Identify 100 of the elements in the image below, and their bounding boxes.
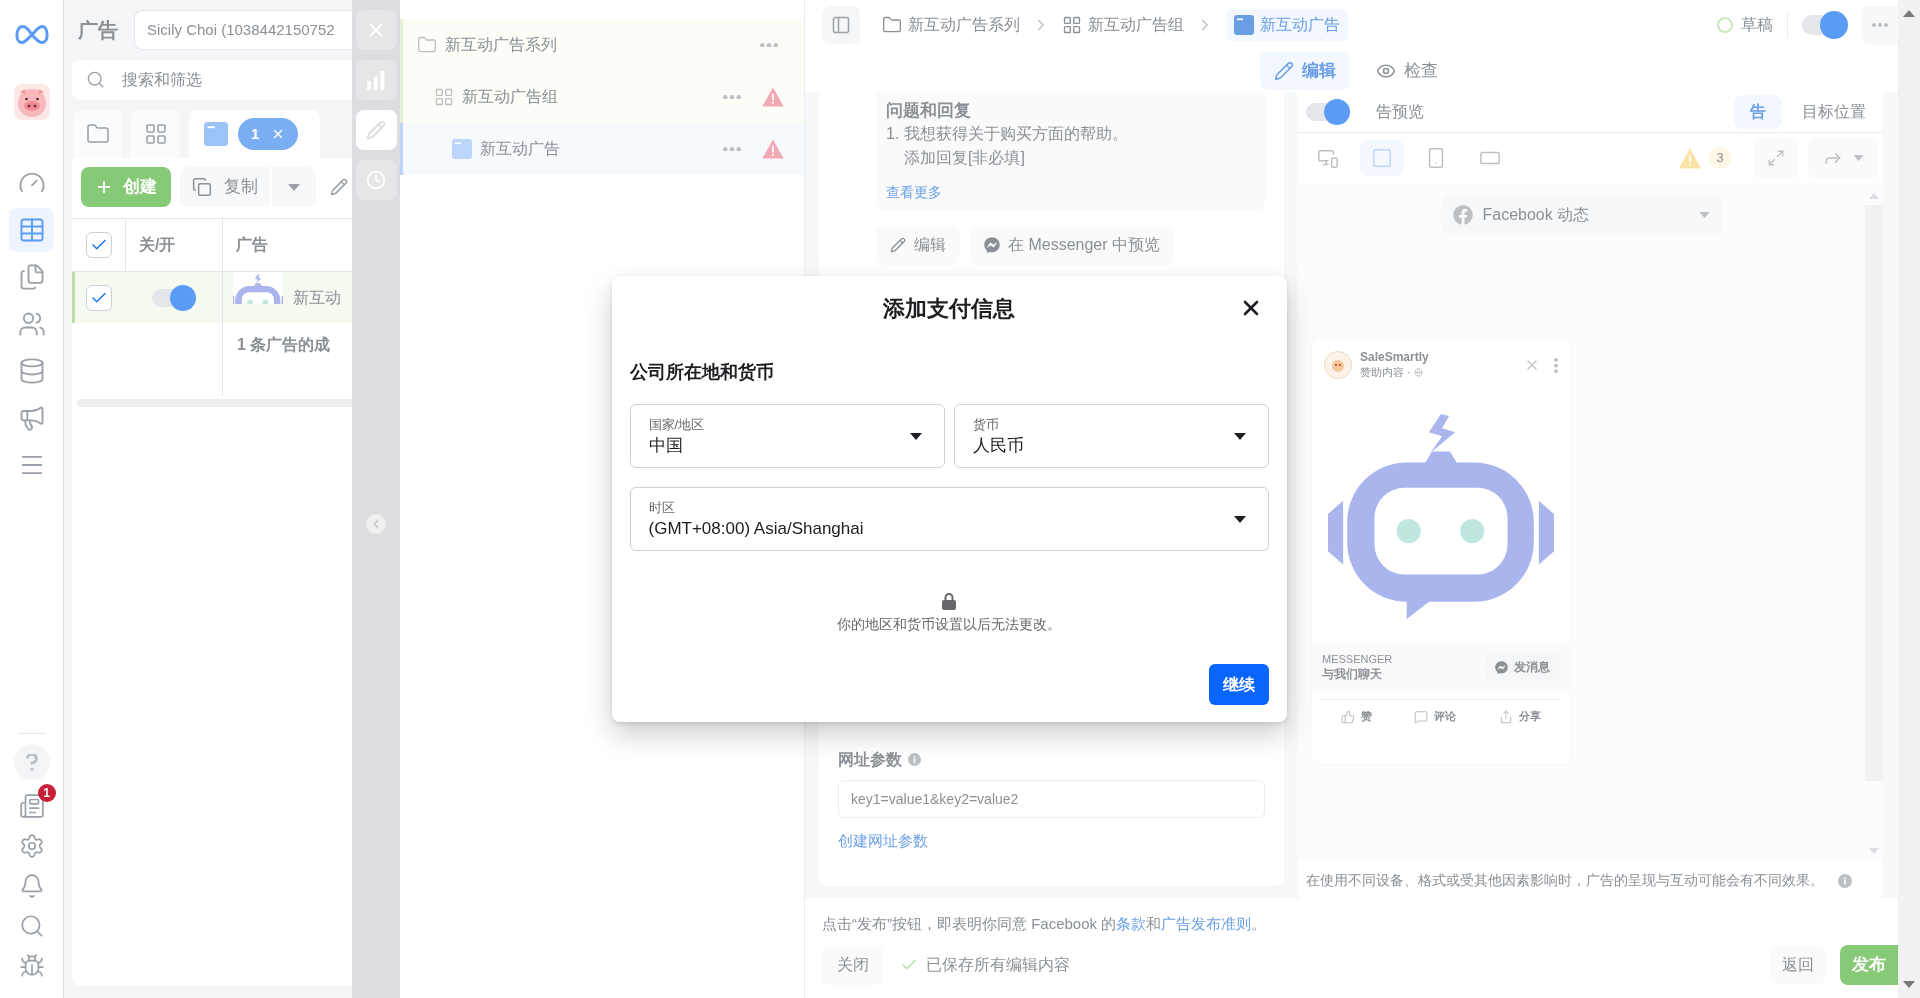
duplicate-button[interactable]: 复制 bbox=[180, 167, 270, 207]
page-avatar-icon bbox=[1324, 351, 1352, 379]
back-button[interactable]: 返回 bbox=[1770, 946, 1826, 984]
preview-tab[interactable]: 告 bbox=[1734, 95, 1782, 129]
level-tab[interactable]: 1 bbox=[189, 110, 320, 158]
continue-button[interactable]: 继续 bbox=[1208, 664, 1269, 705]
section-heading: 公司所在地和货币 bbox=[629, 361, 774, 384]
caret-icon bbox=[1852, 155, 1864, 161]
question-title: 问题和回复 bbox=[886, 100, 971, 122]
messenger-preview-button[interactable]: 在 Messenger 中预览 bbox=[970, 225, 1175, 265]
breadcrumb-item[interactable]: 新互动广告 bbox=[1226, 9, 1348, 41]
see-more-link[interactable]: 查看更多 bbox=[886, 182, 942, 202]
chat-bubble-icon bbox=[984, 237, 1000, 253]
tree-item[interactable]: 新互动广告组 bbox=[400, 71, 804, 123]
publish-button[interactable]: 发布 bbox=[1840, 945, 1898, 985]
comment-icon bbox=[1414, 709, 1429, 724]
account-selector[interactable]: Sicily Choi (1038442150752 bbox=[134, 10, 352, 50]
terms-link[interactable]: 广告发布准则 bbox=[1161, 915, 1252, 932]
collapse-button[interactable] bbox=[366, 514, 386, 534]
grid-icon bbox=[434, 87, 454, 107]
filter-chip[interactable]: 1 bbox=[238, 118, 299, 150]
newspaper-icon bbox=[18, 793, 45, 819]
tab[interactable]: 编辑 bbox=[1259, 52, 1350, 90]
infinity-logo-icon[interactable] bbox=[14, 24, 49, 46]
scroll-down-icon[interactable] bbox=[1903, 981, 1915, 988]
reaction-button[interactable]: 赞 bbox=[1341, 708, 1373, 725]
toggle-switch[interactable] bbox=[1306, 99, 1350, 125]
scroll-up-icon[interactable] bbox=[1903, 10, 1915, 17]
pencil-icon bbox=[890, 237, 906, 253]
horizontal-scrollbar[interactable] bbox=[77, 399, 352, 407]
search-icon bbox=[18, 913, 45, 939]
reaction-button[interactable]: 分享 bbox=[1498, 708, 1541, 725]
edit-button[interactable]: 编辑 bbox=[876, 225, 960, 265]
level-tab[interactable] bbox=[131, 110, 180, 158]
warning-icon bbox=[1678, 147, 1702, 169]
folder-icon bbox=[882, 15, 902, 35]
dropdown-field[interactable]: 货币 人民币 bbox=[953, 404, 1269, 468]
tab[interactable]: 检查 bbox=[1369, 52, 1444, 90]
bug-icon bbox=[18, 953, 45, 979]
grid-icon bbox=[143, 122, 168, 146]
format-button[interactable] bbox=[1360, 140, 1404, 176]
pig-avatar-icon[interactable] bbox=[13, 84, 50, 120]
dropdown-field[interactable]: 时区 (GMT+08:00) Asia/Shanghai bbox=[629, 487, 1269, 551]
more-button[interactable] bbox=[1862, 5, 1898, 45]
column-header: 广告 bbox=[236, 235, 268, 255]
checkbox[interactable] bbox=[86, 284, 112, 311]
create-url-parameters-link[interactable]: 创建网址参数 bbox=[838, 829, 928, 852]
page-name: SaleSmartly bbox=[1360, 350, 1429, 365]
settings-icon bbox=[18, 833, 45, 859]
create-button[interactable]: 创建 bbox=[81, 167, 171, 207]
cta-headline: 与我们聊天 bbox=[1322, 666, 1383, 682]
people-icon bbox=[17, 310, 46, 338]
terms-link[interactable]: 条款 bbox=[1116, 915, 1147, 932]
sponsored-label: 赞助内容 · bbox=[1360, 365, 1411, 380]
search-field[interactable]: 搜索和筛选 bbox=[72, 60, 352, 100]
reaction-button[interactable]: 评论 bbox=[1414, 708, 1457, 725]
send-message-button[interactable]: 发消息 bbox=[1485, 653, 1560, 681]
bell-icon bbox=[18, 873, 45, 899]
card-icon bbox=[452, 139, 472, 159]
pencil-icon bbox=[366, 120, 386, 140]
checkbox[interactable] bbox=[85, 232, 112, 258]
lock-icon bbox=[942, 593, 956, 610]
info-icon bbox=[1838, 873, 1852, 888]
share-button[interactable] bbox=[1808, 138, 1878, 178]
status-ring-icon bbox=[1717, 17, 1733, 33]
panel-title: 广告 bbox=[78, 18, 118, 43]
dropdown-field[interactable]: 国家/地区 中国 bbox=[629, 404, 945, 468]
breadcrumb-item[interactable]: 新互动广告组 bbox=[1062, 9, 1184, 41]
tree-item[interactable]: 新互动广告 bbox=[400, 123, 804, 175]
close-button[interactable]: 关闭 bbox=[822, 945, 883, 985]
tree-item[interactable]: 新互动广告系列 bbox=[400, 19, 804, 71]
status-label: 草稿 bbox=[1741, 15, 1773, 35]
preview-tab[interactable]: 目标位置 bbox=[1802, 95, 1866, 129]
nav-button[interactable] bbox=[9, 208, 54, 252]
copy-icon bbox=[192, 177, 212, 197]
plus-icon bbox=[95, 178, 113, 196]
expand-button[interactable] bbox=[1754, 138, 1798, 178]
folder-icon bbox=[85, 122, 110, 146]
more-icon[interactable] bbox=[1554, 357, 1558, 373]
reply-prompt: 添加回复[非必填] bbox=[904, 148, 1025, 168]
page-scrollbar[interactable] bbox=[1898, 0, 1920, 998]
pencil-icon[interactable] bbox=[330, 178, 348, 196]
question-mark-icon bbox=[25, 753, 38, 771]
tool-button[interactable] bbox=[355, 110, 397, 150]
breadcrumb-item[interactable]: 新互动广告系列 bbox=[882, 9, 1020, 41]
dropdown-button[interactable] bbox=[272, 167, 316, 207]
search-icon bbox=[86, 70, 105, 89]
placement-dropdown[interactable]: Facebook 动态 bbox=[1440, 195, 1722, 235]
level-tab[interactable] bbox=[73, 110, 122, 158]
help-button[interactable] bbox=[13, 744, 50, 780]
results-summary: 1 条广告的成 bbox=[237, 336, 331, 353]
url-parameters-input[interactable]: key1=value1&key2=value2 bbox=[838, 779, 1265, 818]
toggle-switch[interactable] bbox=[152, 284, 196, 311]
panel-toggle-button[interactable] bbox=[822, 6, 860, 44]
warning-count-badge: 3 bbox=[1709, 147, 1731, 169]
tool-button[interactable] bbox=[355, 60, 397, 100]
expand-icon bbox=[1767, 149, 1785, 167]
toggle-switch[interactable] bbox=[1802, 11, 1848, 39]
tool-button[interactable] bbox=[355, 160, 397, 200]
terms-notice: 点击“发布”按钮，即表明你同意 Facebook 的条款和广告发布准则。 bbox=[822, 914, 1267, 934]
